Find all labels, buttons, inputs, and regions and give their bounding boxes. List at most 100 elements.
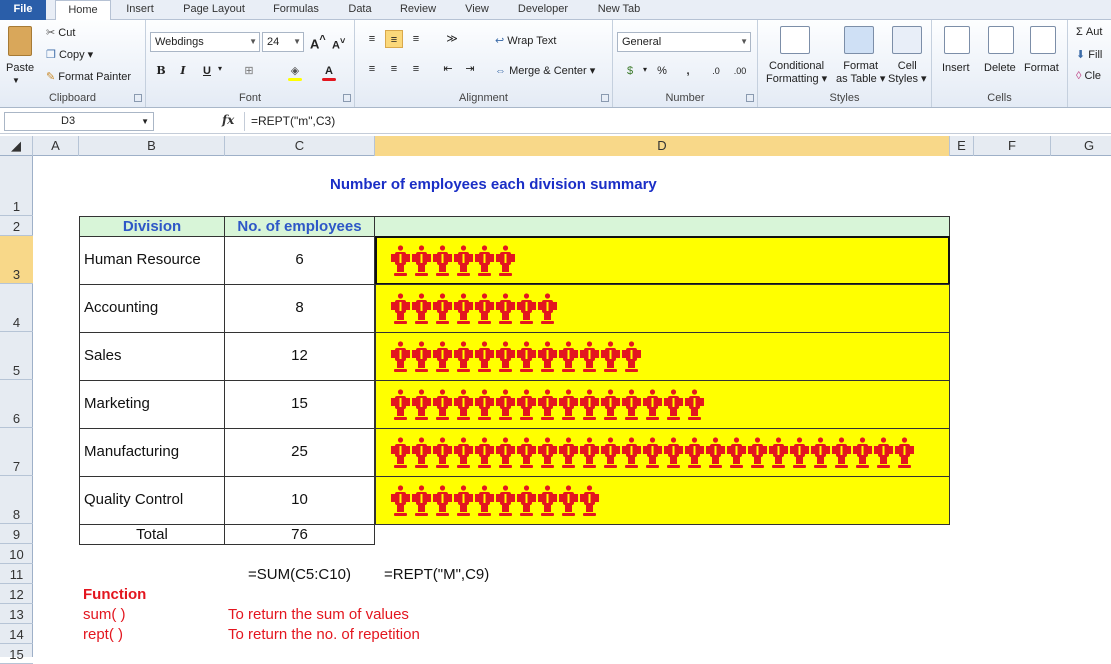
employee-count-cell[interactable]: 25: [224, 428, 375, 477]
clear-button[interactable]: ◊ Cle: [1076, 70, 1101, 82]
number-launcher-icon[interactable]: [746, 94, 754, 102]
paste-icon[interactable]: [8, 26, 32, 56]
row-header-9[interactable]: 9: [0, 524, 33, 544]
conditional-formatting-icon[interactable]: [780, 26, 810, 54]
number-format-select[interactable]: General ▼: [617, 32, 751, 52]
row-header-2[interactable]: 2: [0, 216, 33, 236]
tab-formulas[interactable]: Formulas: [265, 0, 327, 20]
division-name-cell[interactable]: Accounting: [79, 284, 225, 333]
format-cells-icon[interactable]: [1030, 26, 1056, 54]
align-bottom-icon[interactable]: ≡: [407, 30, 425, 48]
cell-styles-icon[interactable]: [892, 26, 922, 54]
row-header-13[interactable]: 13: [0, 604, 33, 624]
delete-cells-icon[interactable]: [988, 26, 1014, 54]
division-name-cell[interactable]: Quality Control: [79, 476, 225, 525]
rept-formula-text[interactable]: =REPT("M",C9): [384, 566, 489, 583]
format-painter-button[interactable]: ✎ Format Painter: [46, 70, 131, 83]
row-header-10[interactable]: 10: [0, 544, 33, 564]
comma-button[interactable]: ,: [679, 62, 697, 80]
column-header-a[interactable]: A: [33, 136, 79, 156]
alignment-launcher-icon[interactable]: [601, 94, 609, 102]
employee-count-cell[interactable]: 8: [224, 284, 375, 333]
insert-cells-icon[interactable]: [944, 26, 970, 54]
clipboard-launcher-icon[interactable]: [134, 94, 142, 102]
employee-count-cell[interactable]: 12: [224, 332, 375, 381]
formula-input[interactable]: =REPT("m",C3): [244, 112, 1111, 131]
format-as-table-icon[interactable]: [844, 26, 874, 54]
employee-icons-cell[interactable]: [375, 428, 950, 477]
fn-sum-name[interactable]: sum( ): [83, 606, 126, 623]
font-name-select[interactable]: Webdings ▼: [150, 32, 260, 52]
tab-view[interactable]: View: [455, 0, 499, 20]
name-box[interactable]: D3 ▼: [4, 112, 154, 131]
conditional-formatting-button[interactable]: Conditional Formatting ▾: [766, 60, 827, 86]
column-header-f[interactable]: F: [974, 136, 1051, 156]
fn-sum-desc[interactable]: To return the sum of values: [228, 606, 409, 623]
currency-dropdown-icon[interactable]: ▾: [643, 65, 647, 74]
row-header-5[interactable]: 5: [0, 332, 33, 380]
increase-decimal-icon[interactable]: .0: [707, 62, 725, 80]
cell-styles-button[interactable]: Cell Styles ▾: [888, 60, 927, 86]
borders-icon[interactable]: ⊞: [240, 62, 258, 80]
sum-formula-text[interactable]: =SUM(C5:C10): [248, 566, 351, 583]
employee-icons-cell[interactable]: [375, 284, 950, 333]
division-name-cell[interactable]: Sales: [79, 332, 225, 381]
employee-icons-cell[interactable]: [375, 236, 950, 285]
insert-function-icon[interactable]: fx: [222, 113, 234, 127]
row-header-1[interactable]: 1: [0, 156, 33, 216]
autosum-button[interactable]: Σ Aut: [1076, 26, 1102, 38]
employee-count-cell[interactable]: 6: [224, 236, 375, 285]
column-header-b[interactable]: B: [79, 136, 225, 156]
italic-button[interactable]: I: [174, 62, 192, 80]
decrease-decimal-icon[interactable]: .00: [731, 62, 749, 80]
function-heading[interactable]: Function: [83, 586, 146, 603]
division-name-cell[interactable]: Manufacturing: [79, 428, 225, 477]
copy-button[interactable]: ❐ Copy ▾: [46, 48, 93, 61]
shrink-font-icon[interactable]: A˅: [332, 36, 345, 52]
row-header-3[interactable]: 3: [0, 236, 33, 284]
header-employees[interactable]: No. of employees: [224, 216, 375, 237]
format-button[interactable]: Format: [1024, 62, 1059, 74]
column-header-d[interactable]: D: [375, 136, 950, 156]
row-header-4[interactable]: 4: [0, 284, 33, 332]
currency-icon[interactable]: $: [621, 62, 639, 80]
align-right-icon[interactable]: ≡: [407, 60, 425, 78]
fn-rept-name[interactable]: rept( ): [83, 626, 123, 643]
format-as-table-button[interactable]: Format as Table ▾: [836, 60, 885, 86]
insert-button[interactable]: Insert: [942, 62, 970, 74]
row-header-14[interactable]: 14: [0, 624, 33, 644]
tab-home[interactable]: Home: [55, 0, 111, 21]
align-center-icon[interactable]: ≡: [385, 60, 403, 78]
column-header-e[interactable]: E: [950, 136, 974, 156]
row-header-15[interactable]: 15: [0, 644, 33, 664]
select-all-corner[interactable]: ◢: [0, 136, 33, 156]
align-left-icon[interactable]: ≡: [363, 60, 381, 78]
tab-file[interactable]: File: [0, 0, 46, 20]
paste-button[interactable]: Paste: [6, 62, 34, 74]
fill-button[interactable]: ⬇ Fill: [1076, 48, 1102, 61]
tab-data[interactable]: Data: [338, 0, 382, 20]
decrease-indent-icon[interactable]: ⇤: [439, 60, 457, 78]
cut-button[interactable]: ✂ Cut: [46, 26, 75, 39]
employee-count-cell[interactable]: 10: [224, 476, 375, 525]
employee-icons-cell[interactable]: [375, 476, 950, 525]
delete-button[interactable]: Delete: [984, 62, 1016, 74]
employee-icons-cell[interactable]: [375, 380, 950, 429]
sheet-title[interactable]: Number of employees each division summar…: [330, 176, 657, 193]
grow-font-icon[interactable]: A^: [310, 34, 326, 51]
header-division[interactable]: Division: [79, 216, 225, 237]
tab-review[interactable]: Review: [392, 0, 444, 20]
align-top-icon[interactable]: ≡: [363, 30, 381, 48]
row-header-12[interactable]: 12: [0, 584, 33, 604]
row-header-11[interactable]: 11: [0, 564, 33, 584]
tab-new-tab[interactable]: New Tab: [588, 0, 650, 20]
wrap-text-button[interactable]: ↩ Wrap Text: [495, 34, 556, 47]
align-middle-icon[interactable]: ≡: [385, 30, 403, 48]
column-header-c[interactable]: C: [225, 136, 375, 156]
name-box-dropdown-icon[interactable]: ▼: [141, 113, 149, 130]
increase-indent-icon[interactable]: ⇥: [461, 60, 479, 78]
bold-button[interactable]: B: [152, 62, 170, 80]
paste-dropdown-icon[interactable]: ▼: [12, 76, 20, 85]
tab-developer[interactable]: Developer: [508, 0, 578, 20]
employee-count-cell[interactable]: 15: [224, 380, 375, 429]
